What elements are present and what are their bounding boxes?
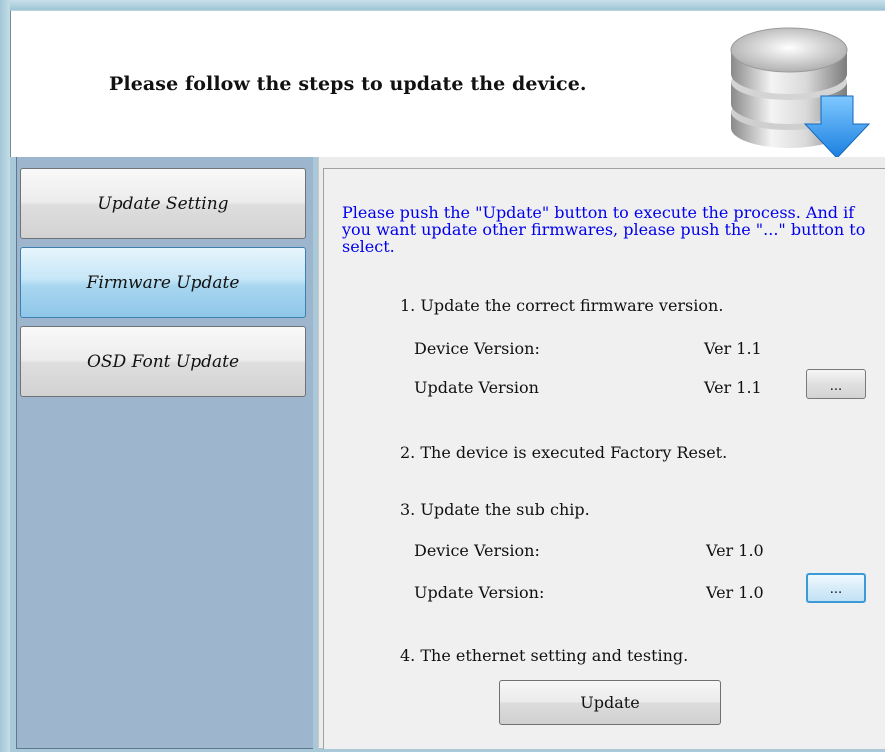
step1-device-version-value: Ver 1.1: [704, 339, 762, 358]
sidebar-item-label: Firmware Update: [86, 272, 240, 293]
step1-device-version-label: Device Version:: [414, 339, 540, 358]
step3-update-version-value: Ver 1.0: [706, 583, 764, 602]
browse-button-label: ...: [829, 379, 843, 394]
window-frame: Please follow the steps to update the de…: [0, 0, 885, 752]
page-title: Please follow the steps to update the de…: [109, 73, 587, 95]
database-download-icon: [730, 27, 871, 159]
step3-device-version-value: Ver 1.0: [706, 541, 764, 560]
step3-device-version-label: Device Version:: [414, 541, 540, 560]
step3-browse-button[interactable]: ...: [806, 573, 866, 603]
step3-update-version-label: Update Version:: [414, 583, 545, 602]
step1-update-version-value: Ver 1.1: [704, 378, 762, 397]
step1-update-version-label: Update Version: [414, 378, 539, 397]
step1-label: 1. Update the correct firmware version.: [400, 296, 724, 315]
sidebar-item-firmware-update[interactable]: Firmware Update: [20, 247, 306, 318]
instructions-text: Please push the "Update" button to execu…: [342, 203, 866, 256]
sidebar-item-label: Update Setting: [97, 193, 229, 214]
step3-label: 3. Update the sub chip.: [400, 500, 590, 519]
update-button-label: Update: [580, 693, 640, 712]
step4-label: 4. The ethernet setting and testing.: [400, 646, 689, 665]
sidebar-item-update-setting[interactable]: Update Setting: [20, 168, 306, 239]
update-button[interactable]: Update: [499, 680, 721, 725]
sidebar: [16, 157, 313, 749]
sidebar-item-osd-font-update[interactable]: OSD Font Update: [20, 326, 306, 397]
step1-browse-button[interactable]: ...: [806, 369, 866, 399]
window-left-border: [0, 0, 10, 752]
browse-button-label: ...: [829, 582, 843, 597]
sidebar-item-label: OSD Font Update: [86, 351, 240, 372]
step2-label: 2. The device is executed Factory Reset.: [400, 443, 728, 462]
